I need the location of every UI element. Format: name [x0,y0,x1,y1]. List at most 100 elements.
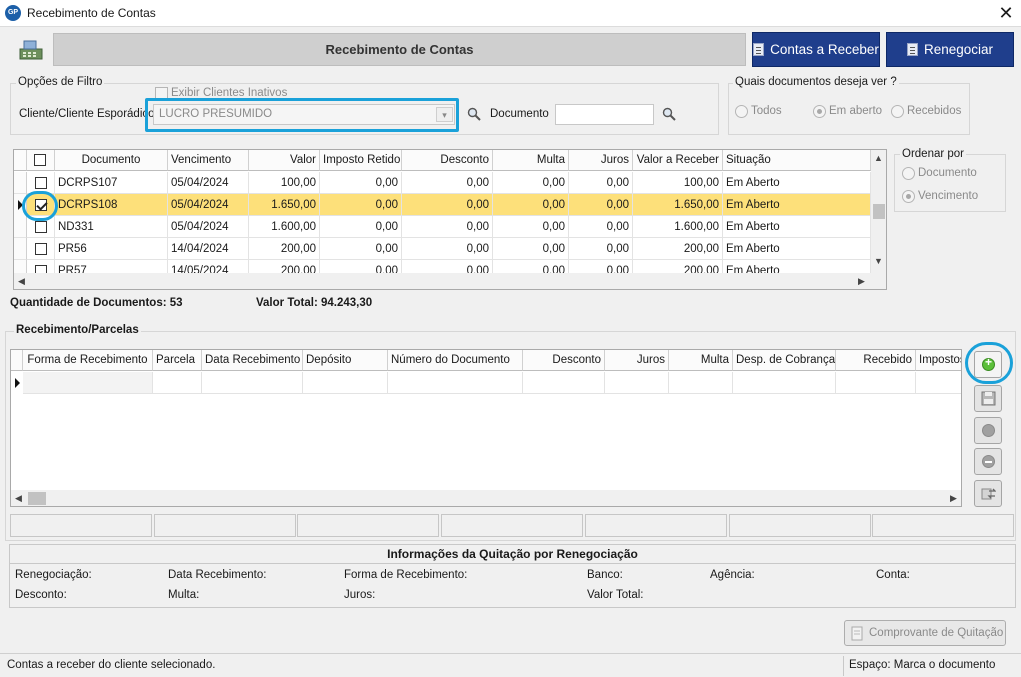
table-cell: 200,00 [249,238,320,260]
radio-1[interactable] [813,105,826,118]
table-cell: 0,00 [402,172,493,194]
scroll-down-icon[interactable]: ▼ [871,256,886,266]
quitacao-title: Informações da Quitação por Renegociação [9,544,1016,563]
documents-grid: Documento Vencimento Valor Imposto Retido De… [13,149,887,290]
quitacao-field-label: Desconto: [15,589,67,601]
column-header[interactable]: Valor [249,150,320,171]
scroll-left-icon[interactable]: ◀ [11,493,26,504]
column-header[interactable]: Desconto [402,150,493,171]
table-cell: 0,00 [569,216,633,238]
parcel-column-header[interactable]: Desconto [523,350,605,371]
parcel-column-header[interactable]: Juros [605,350,669,371]
parcel-column-header[interactable]: Depósito [303,350,388,371]
table-cell: 0,00 [493,238,569,260]
parcel-cell[interactable] [733,372,836,394]
table-cell: 0,00 [493,194,569,216]
row-checkbox[interactable] [35,243,47,255]
parcel-column-header[interactable]: Recebido [836,350,916,371]
column-header[interactable]: Juros [569,150,633,171]
renegociar-label: Renegociar [923,42,994,57]
parcel-column-header[interactable]: Desp. de Cobrança [733,350,836,371]
radio-2[interactable] [891,105,904,118]
parcel-cell[interactable] [303,372,388,394]
scroll-right-icon[interactable]: ▶ [946,493,961,504]
horizontal-scrollbar[interactable]: ◀ ▶ [11,490,961,506]
parcel-cell[interactable] [669,372,733,394]
new-parcel-row[interactable] [11,372,961,394]
radio-label: Em aberto [829,105,883,117]
comprovante-label: Comprovante de Quitação [869,627,1004,639]
parcel-column-header[interactable]: Impostos [916,350,961,371]
select-all-checkbox[interactable] [34,154,46,166]
radio-label: Recebidos [907,105,962,117]
total-value: Valor Total: 94.243,30 [256,297,373,309]
document-list-icon [753,43,765,56]
table-cell: 05/04/2024 [168,194,249,216]
contas-a-receber-button[interactable]: Contas a Receber [752,32,880,67]
scroll-thumb[interactable] [28,492,46,505]
document-input[interactable] [555,104,654,125]
parcel-totals-strip [10,514,1016,537]
radio-0[interactable] [735,105,748,118]
table-cell: 05/04/2024 [168,172,249,194]
scroll-left-icon[interactable]: ◀ [14,276,29,287]
column-header[interactable]: Valor a Receber [633,150,723,171]
table-cell: 14/04/2024 [168,238,249,260]
chevron-down-icon[interactable]: ▾ [436,107,453,122]
row-checkbox[interactable] [35,221,47,233]
transfer-parcel-button[interactable] [974,480,1002,507]
parcel-cell[interactable] [153,372,202,394]
search-document-icon[interactable] [662,107,676,121]
table-cell: 0,00 [493,172,569,194]
client-select[interactable]: LUCRO PRESUMIDO ▾ [153,104,455,125]
add-parcel-button[interactable]: + [974,351,1002,378]
column-header[interactable]: Documento [55,150,168,171]
horizontal-scrollbar[interactable]: ◀ ▶ [14,273,886,289]
cancel-parcel-button[interactable] [974,417,1002,444]
vertical-scrollbar[interactable]: ▲ ▼ [871,150,886,273]
table-row[interactable]: DCRPS108 05/04/2024 1.650,00 0,00 0,00 0,00 0,… [14,194,871,216]
table-row[interactable]: PR56 14/04/2024 200,00 0,00 0,00 0,00 0,00 200,… [14,238,871,260]
table-cell: DCRPS107 [55,172,168,194]
floppy-disk-icon [981,391,996,406]
contas-a-receber-label: Contas a Receber [770,42,879,57]
search-client-icon[interactable] [467,107,481,121]
scroll-up-icon[interactable]: ▲ [871,153,886,163]
table-cell: Em Aberto [723,172,871,194]
table-row[interactable]: DCRPS107 05/04/2024 100,00 0,00 0,00 0,00 0,00… [14,172,871,194]
row-checkbox[interactable] [35,177,47,189]
parcel-cell[interactable] [23,372,153,394]
scroll-right-icon[interactable]: ▶ [854,276,869,287]
parcel-cell[interactable] [202,372,303,394]
parcel-column-header[interactable]: Data Recebimento [202,350,303,371]
order-radio-1[interactable] [902,190,915,203]
row-indicator-header [14,150,27,171]
column-header[interactable]: Vencimento [168,150,249,171]
quitacao-field-label: Renegociação: [15,569,92,581]
parcel-cell[interactable] [916,372,961,394]
select-all-header [27,150,55,171]
parcel-column-header[interactable]: Forma de Recebimento [23,350,153,371]
scroll-thumb[interactable] [873,204,885,219]
parcel-column-header[interactable]: Parcela [153,350,202,371]
save-parcel-button[interactable] [974,385,1002,412]
table-cell: ND331 [55,216,168,238]
parcel-cell[interactable] [388,372,523,394]
order-radio-0[interactable] [902,167,915,180]
renegociar-button[interactable]: Renegociar [886,32,1014,67]
table-row[interactable]: ND331 05/04/2024 1.600,00 0,00 0,00 0,00 0,00 1… [14,216,871,238]
remove-parcel-button[interactable] [974,448,1002,475]
parcel-cell[interactable] [836,372,916,394]
comprovante-button[interactable]: Comprovante de Quitação [844,620,1006,646]
column-header[interactable]: Imposto Retido [320,150,402,171]
column-header[interactable]: Situação [723,150,871,171]
close-icon[interactable]: ✕ [996,2,1016,24]
parcel-cell[interactable] [605,372,669,394]
parcel-cell[interactable] [523,372,605,394]
status-divider [843,656,844,676]
column-header[interactable]: Multa [493,150,569,171]
table-cell: 1.650,00 [633,194,723,216]
status-bar: Contas a receber do cliente selecionado.… [0,653,1021,677]
parcel-column-header[interactable]: Número do Documento [388,350,523,371]
parcel-column-header[interactable]: Multa [669,350,733,371]
